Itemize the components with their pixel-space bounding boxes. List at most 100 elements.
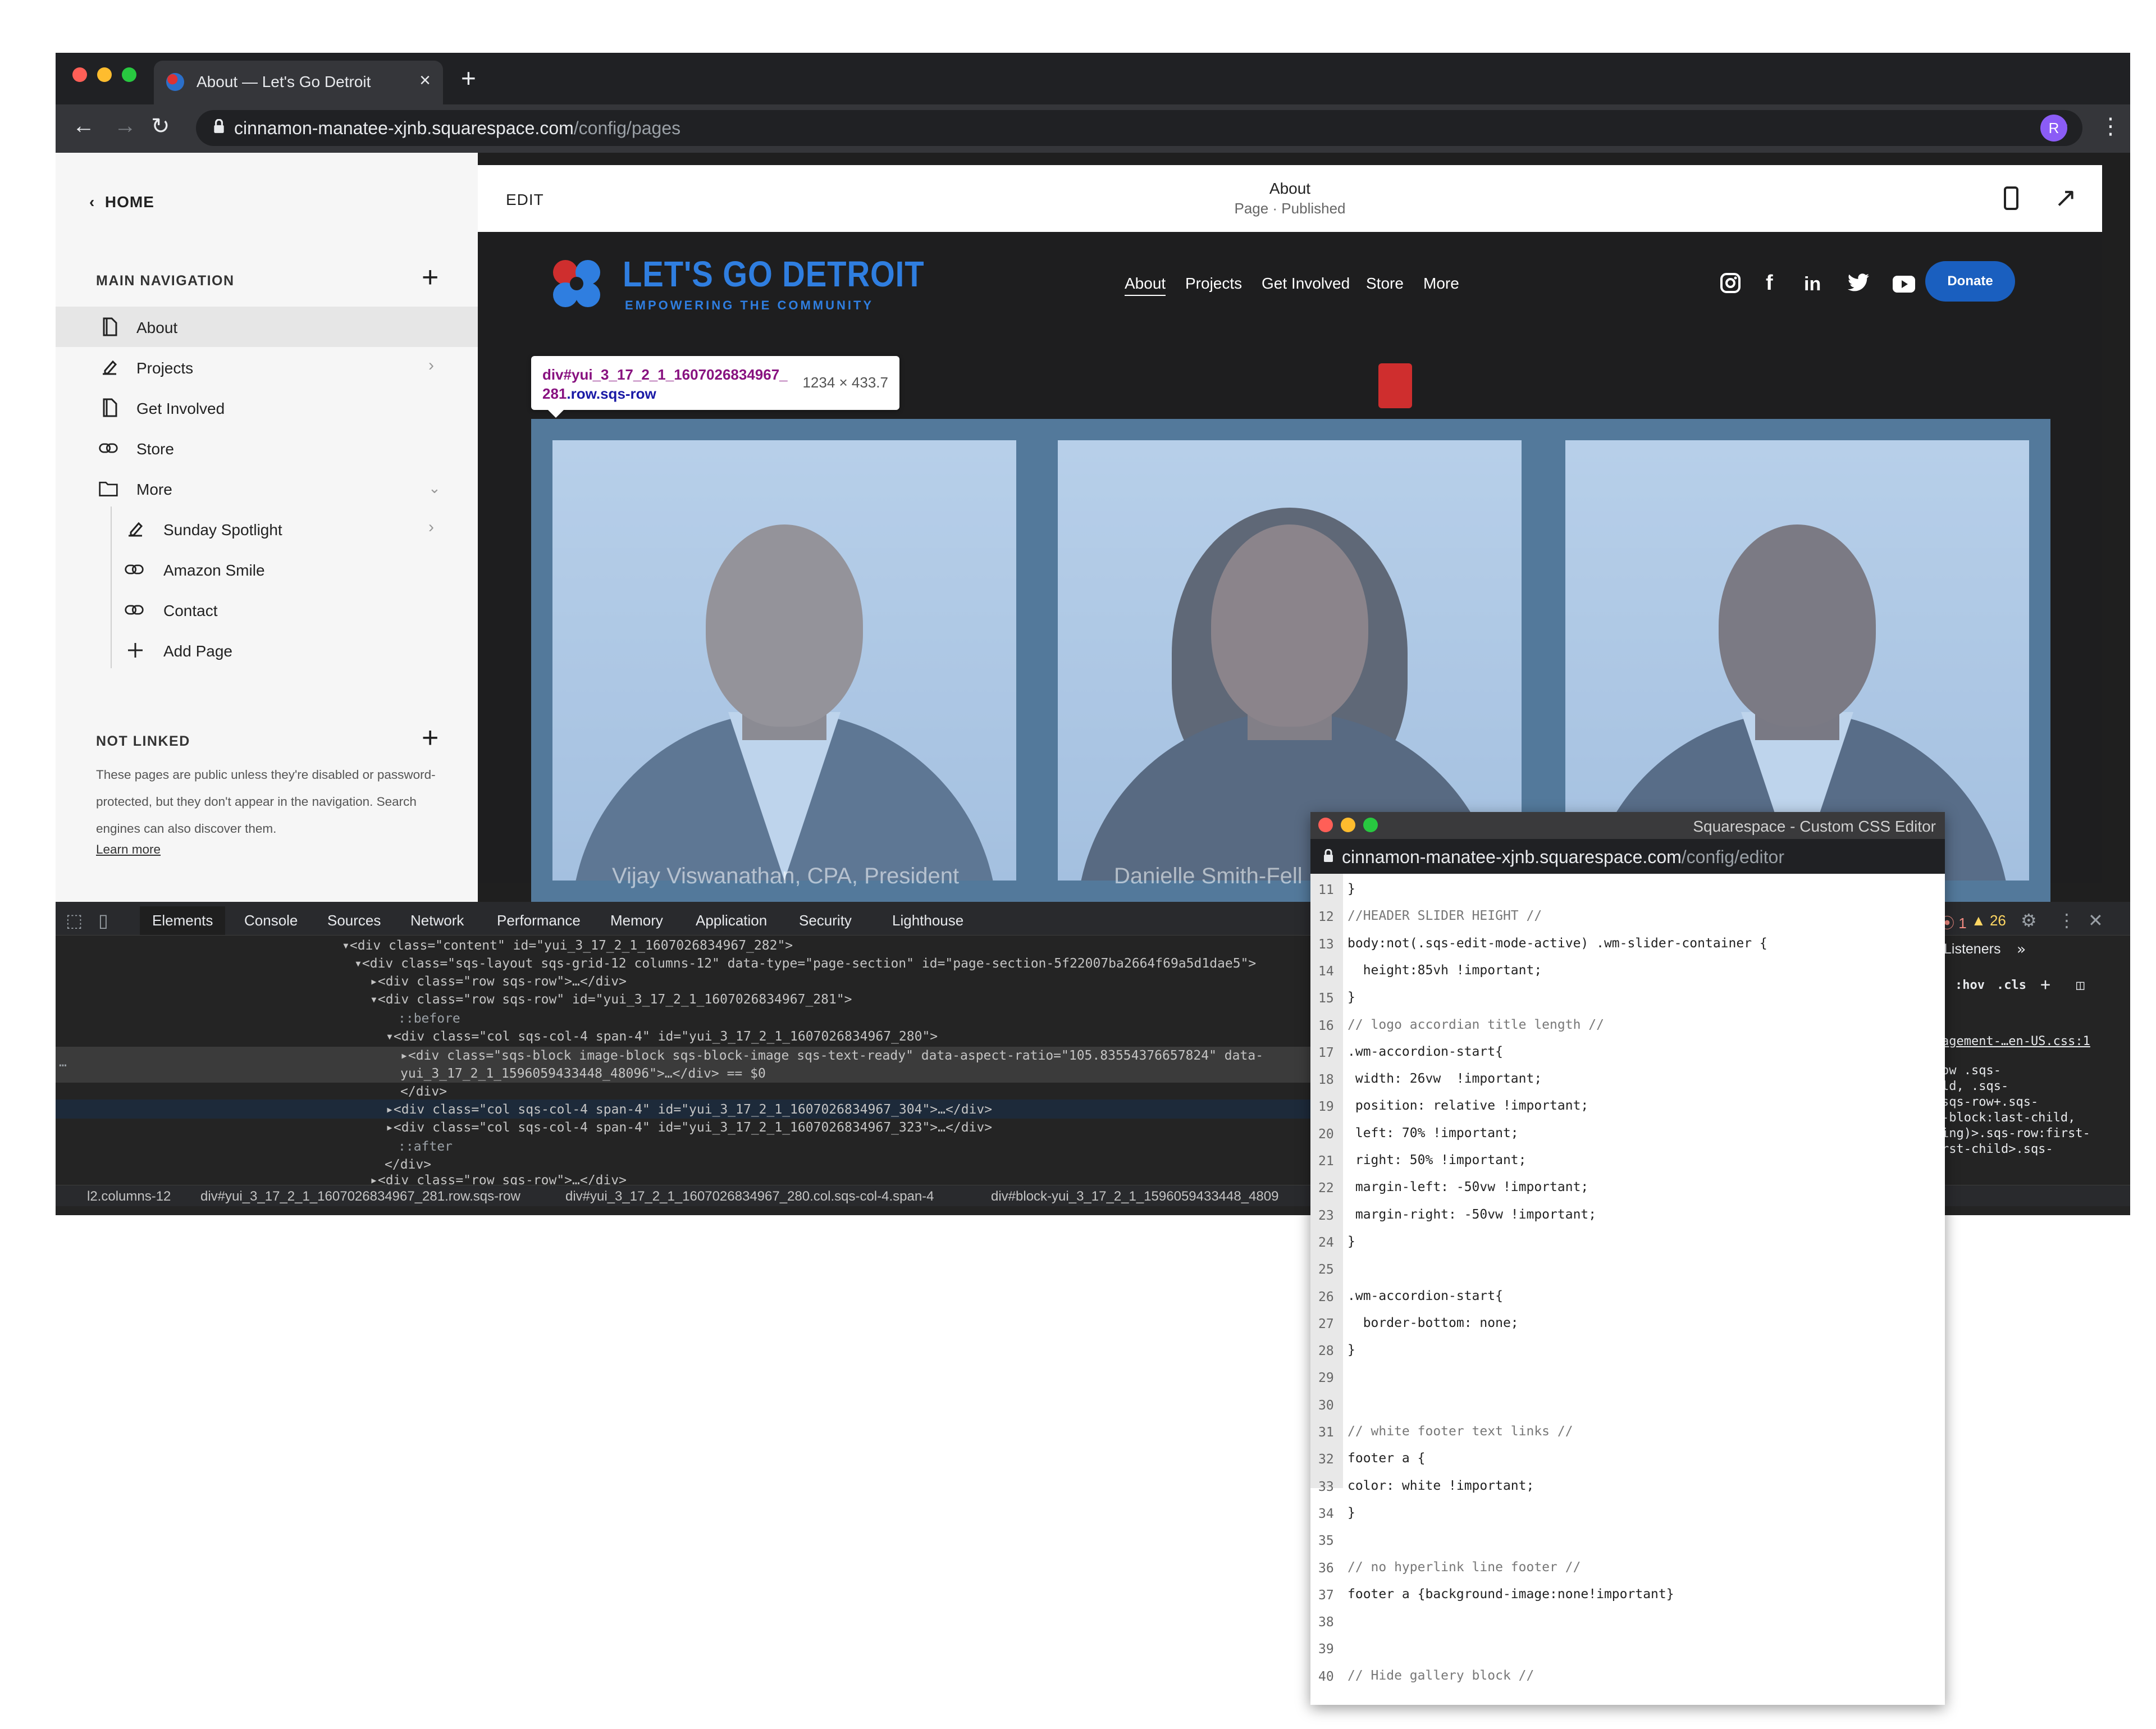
code-line[interactable]: // white footer text links //	[1347, 1424, 1573, 1439]
dom-line[interactable]: ▸<div class="col sqs-col-4 span-4" id="y…	[386, 1119, 992, 1137]
add-page-button[interactable]: Add Page	[56, 630, 478, 670]
code-line[interactable]: border-bottom: none;	[1347, 1316, 1519, 1330]
ellipsis-icon[interactable]: …	[59, 1053, 67, 1071]
dom-line[interactable]: </div>	[400, 1083, 447, 1101]
code-line[interactable]: }	[1347, 882, 1355, 896]
dom-line[interactable]: ▸<div class="row sqs-row">…</div>	[370, 973, 627, 991]
minimize-window-button[interactable]	[97, 67, 112, 82]
code-line[interactable]: left: 70% !important;	[1347, 1126, 1519, 1140]
inspect-element-icon[interactable]: ⬚	[66, 910, 83, 931]
code-line[interactable]: .wm-accordion-start{	[1347, 1044, 1503, 1059]
code-line[interactable]: }	[1347, 1234, 1355, 1249]
code-line[interactable]: //HEADER SLIDER HEIGHT //	[1347, 909, 1542, 923]
dom-line[interactable]: ▾<div class="col sqs-col-4 span-4" id="y…	[386, 1028, 938, 1046]
sidebar-item-sunday-spotlight[interactable]: Sunday Spotlight ›	[56, 509, 478, 549]
zoom-window-button[interactable]	[122, 67, 136, 82]
device-toolbar-icon[interactable]: ▯	[98, 910, 108, 931]
mobile-preview-icon[interactable]	[2004, 186, 2018, 210]
settings-gear-icon[interactable]: ⚙	[2021, 910, 2037, 931]
tab-security[interactable]: Security	[799, 912, 852, 929]
class-toggle[interactable]: .cls	[1997, 978, 2026, 992]
site-nav-projects[interactable]: Projects	[1185, 275, 1242, 293]
browser-menu-icon[interactable]: ⋮	[2099, 113, 2122, 139]
facebook-icon[interactable]: f	[1766, 271, 1773, 295]
sidebar-item-store[interactable]: Store	[56, 428, 478, 468]
code-line[interactable]: width: 26vw !important;	[1347, 1071, 1542, 1086]
close-devtools-icon[interactable]: ✕	[2088, 910, 2103, 931]
code-line[interactable]: body:not(.sqs-edit-mode-active) .wm-slid…	[1347, 936, 1767, 951]
zoom-window-button[interactable]	[1363, 818, 1378, 832]
breadcrumb-item[interactable]: div#yui_3_17_2_1_1607026834967_280.col.s…	[565, 1189, 934, 1205]
tab-event-listeners[interactable]: Listeners	[1944, 941, 2000, 957]
reload-icon[interactable]: ↻	[151, 113, 170, 139]
code-line[interactable]: // no hyperlink line footer //	[1347, 1560, 1581, 1575]
profile-avatar[interactable]: R	[2040, 115, 2067, 142]
sidebar-item-more[interactable]: More ⌄	[56, 468, 478, 509]
site-nav-more[interactable]: More	[1423, 275, 1459, 293]
linkedin-icon[interactable]: in	[1804, 273, 1821, 295]
css-editor-addressbar[interactable]: cinnamon-manatee-xjnb.squarespace.com/co…	[1310, 839, 1945, 874]
dom-line[interactable]: yui_3_17_2_1_1596059433448_48096">…</div…	[400, 1065, 766, 1083]
new-style-rule-icon[interactable]: +	[2040, 975, 2050, 994]
warning-count-badge[interactable]: ▲ 26	[1971, 912, 2006, 929]
tab-application[interactable]: Application	[696, 912, 767, 929]
devtools-menu-icon[interactable]: ⋮	[2058, 910, 2076, 931]
tab-network[interactable]: Network	[410, 912, 464, 929]
home-link[interactable]: ‹ HOME	[89, 193, 154, 211]
browser-tab[interactable]: About — Let's Go Detroit ×	[154, 61, 443, 104]
learn-more-link[interactable]: Learn more	[96, 842, 161, 857]
address-bar[interactable]: cinnamon-manatee-xjnb.squarespace.com/co…	[196, 110, 2082, 146]
breadcrumb-item[interactable]: l2.columns-12	[87, 1189, 171, 1205]
dom-line[interactable]: ▸<div class="col sqs-col-4 span-4" id="y…	[386, 1101, 992, 1119]
chevron-right-icon[interactable]: ›	[428, 356, 434, 375]
code-line[interactable]: height:85vh !important;	[1347, 963, 1542, 978]
code-line[interactable]: footer a {	[1347, 1451, 1425, 1466]
site-nav-about[interactable]: About	[1125, 275, 1166, 296]
chevron-down-icon[interactable]: ⌄	[428, 480, 441, 497]
tab-memory[interactable]: Memory	[610, 912, 663, 929]
dom-line[interactable]: ▸<div class="sqs-block image-block sqs-b…	[400, 1047, 1263, 1065]
more-tabs-icon[interactable]: »	[2017, 941, 2026, 958]
tab-performance[interactable]: Performance	[497, 912, 581, 929]
minimize-window-button[interactable]	[1341, 818, 1355, 832]
dom-line[interactable]: ▾<div class="content" id="yui_3_17_2_1_1…	[342, 937, 793, 955]
code-line[interactable]: color: white !important;	[1347, 1479, 1534, 1493]
logo-text[interactable]: LET'S GO DETROIT	[623, 253, 924, 295]
forward-icon[interactable]: →	[114, 113, 136, 139]
dom-line[interactable]: ▾<div class="row sqs-row" id="yui_3_17_2…	[370, 991, 852, 1009]
hover-state-toggle[interactable]: :hov	[1955, 978, 1985, 992]
new-tab-icon[interactable]: +	[461, 63, 476, 93]
breadcrumb-item[interactable]: div#yui_3_17_2_1_1607026834967_281.row.s…	[200, 1189, 520, 1205]
dom-line[interactable]: ▾<div class="sqs-layout sqs-grid-12 colu…	[354, 955, 1256, 973]
css-source-link[interactable]: agement-…en-US.css:1	[1942, 1034, 2090, 1048]
site-nav-store[interactable]: Store	[1366, 275, 1404, 293]
code-line[interactable]: }	[1347, 1343, 1355, 1357]
code-line[interactable]: right: 50% !important;	[1347, 1153, 1527, 1167]
computed-sidebar-icon[interactable]: ◫	[2076, 977, 2084, 993]
code-line[interactable]: // Hide gallery block //	[1347, 1668, 1534, 1683]
close-tab-icon[interactable]: ×	[419, 70, 431, 92]
team-photo[interactable]	[552, 440, 1016, 881]
code-line[interactable]: }	[1347, 1506, 1355, 1520]
close-window-button[interactable]	[72, 67, 87, 82]
code-line[interactable]: }	[1347, 990, 1355, 1005]
breadcrumb-item[interactable]: div#block-yui_3_17_2_1_1596059433448_480…	[991, 1189, 1278, 1205]
chevron-right-icon[interactable]: ›	[428, 518, 434, 537]
donate-button[interactable]: Donate	[1925, 261, 2015, 302]
sidebar-item-amazon-smile[interactable]: Amazon Smile	[56, 549, 478, 590]
code-line[interactable]: position: relative !important;	[1347, 1098, 1588, 1113]
dom-pseudo[interactable]: ::before	[398, 1010, 460, 1028]
site-nav-get-involved[interactable]: Get Involved	[1262, 275, 1350, 293]
code-line[interactable]: margin-right: -50vw !important;	[1347, 1207, 1596, 1222]
tab-lighthouse[interactable]: Lighthouse	[892, 912, 963, 929]
close-window-button[interactable]	[1318, 818, 1333, 832]
tab-sources[interactable]: Sources	[327, 912, 381, 929]
code-line[interactable]: // logo accordian title length //	[1347, 1018, 1604, 1032]
sidebar-item-contact[interactable]: Contact	[56, 590, 478, 630]
expand-arrow-icon[interactable]: ↗	[2054, 182, 2077, 213]
add-not-linked-page-icon[interactable]: +	[422, 723, 438, 752]
tab-elements[interactable]: Elements	[140, 906, 226, 935]
dom-pseudo[interactable]: ::after	[398, 1138, 453, 1156]
instagram-icon[interactable]	[1720, 272, 1741, 294]
code-line[interactable]: .wm-accordion-start{	[1347, 1289, 1503, 1303]
